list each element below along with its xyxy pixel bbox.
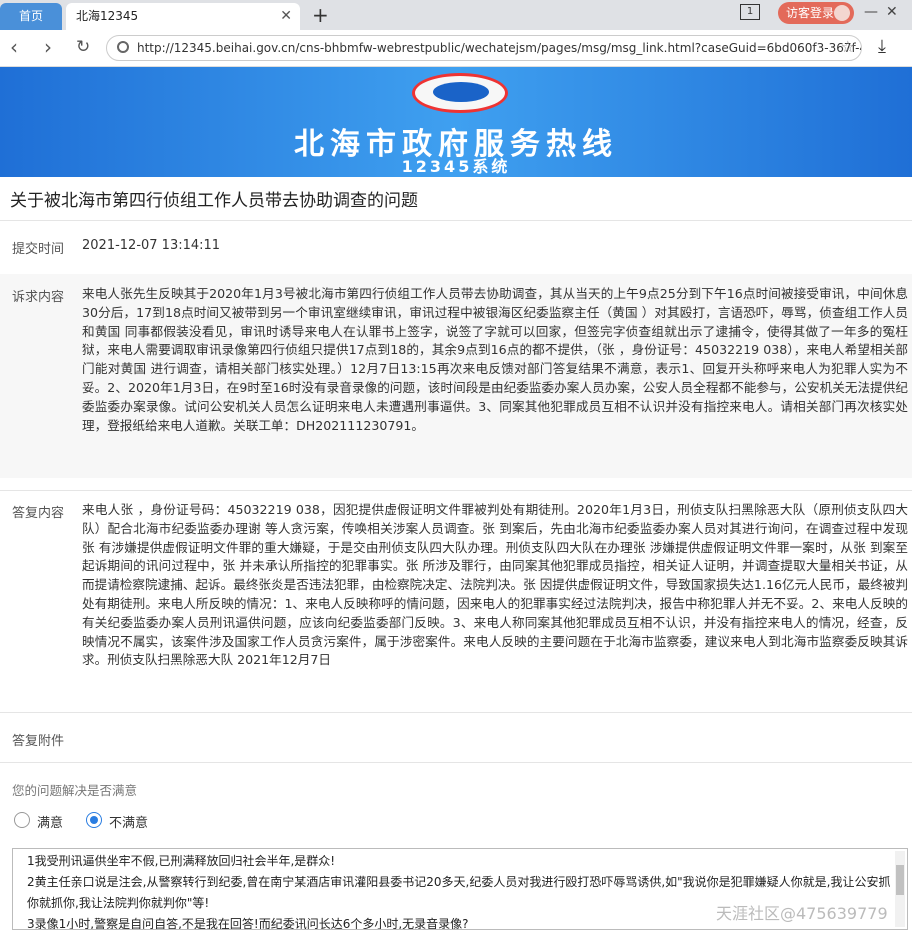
- tab-beihai12345[interactable]: 北海12345 ✕: [66, 3, 300, 30]
- divider: [0, 762, 912, 763]
- reload-icon[interactable]: ↻: [76, 36, 90, 58]
- guest-login-label: 访客登录: [786, 6, 835, 20]
- satisfied-radio[interactable]: [14, 812, 30, 828]
- scrollbar-thumb[interactable]: [896, 865, 904, 895]
- guest-login-button[interactable]: 访客登录: [778, 2, 854, 24]
- site-banner: 北海市政府服务热线 12345系统: [0, 67, 912, 177]
- divider: [0, 712, 912, 713]
- address-toolbar: ‹ › ↻ http://12345.beihai.gov.cn/cns-bhb…: [0, 30, 912, 67]
- tab-label: 北海12345: [76, 9, 139, 23]
- unsatisfied-label: 不满意: [109, 816, 149, 831]
- feedback-line: 1我受刑讯逼供坐牢不假,已刑满释放回归社会半年,是群众!: [27, 854, 336, 868]
- avatar-icon: [834, 5, 850, 21]
- forward-icon[interactable]: ›: [44, 36, 52, 58]
- satisfaction-question: 您的问题解决是否满意: [12, 783, 138, 798]
- submit-time-value: 2021-12-07 13:14:11: [82, 238, 221, 253]
- submit-time-label: 提交时间: [12, 242, 65, 257]
- search-icon: [117, 41, 129, 53]
- reply-label: 答复内容: [12, 506, 65, 521]
- divider: [0, 220, 912, 221]
- attachment-label: 答复附件: [12, 734, 65, 749]
- reply-text: 来电人张 ，身份证号码：45032219 038，因犯提供虚假证明文件罪被判处有…: [82, 502, 908, 668]
- scrollbar[interactable]: [895, 851, 905, 927]
- url-text: http://12345.beihai.gov.cn/cns-bhbmfw-we…: [137, 41, 862, 55]
- banner-subtitle: 12345系统: [401, 157, 511, 176]
- close-icon[interactable]: ✕: [280, 3, 292, 30]
- unsatisfied-radio[interactable]: [86, 812, 102, 828]
- download-icon[interactable]: ⤓: [878, 36, 886, 57]
- url-input[interactable]: http://12345.beihai.gov.cn/cns-bhbmfw-we…: [106, 35, 862, 61]
- complaint-label: 诉求内容: [12, 290, 65, 305]
- divider: [0, 490, 912, 491]
- complaint-text: 来电人张先生反映其于2020年1月3号被北海市第四行侦组工作人员带去协助调查，其…: [82, 286, 908, 433]
- watermark: 天涯社区@475639779: [716, 904, 888, 923]
- new-tab-icon[interactable]: +: [312, 2, 329, 28]
- back-icon[interactable]: ‹: [10, 36, 18, 58]
- star-icon[interactable]: ☆: [841, 37, 855, 56]
- satisfied-label: 满意: [37, 816, 64, 831]
- close-window-icon[interactable]: ✕: [886, 4, 898, 20]
- page-title: 关于被北海市第四行侦组工作人员带去协助调查的问题: [10, 191, 418, 211]
- tab-count-icon[interactable]: 1: [740, 4, 760, 20]
- minimize-icon[interactable]: —: [864, 4, 878, 20]
- tab-home[interactable]: 首页: [0, 3, 62, 30]
- logo-icon: [412, 73, 508, 113]
- browser-tab-bar: 首页 北海12345 ✕ + 1 访客登录 — ✕: [0, 0, 912, 30]
